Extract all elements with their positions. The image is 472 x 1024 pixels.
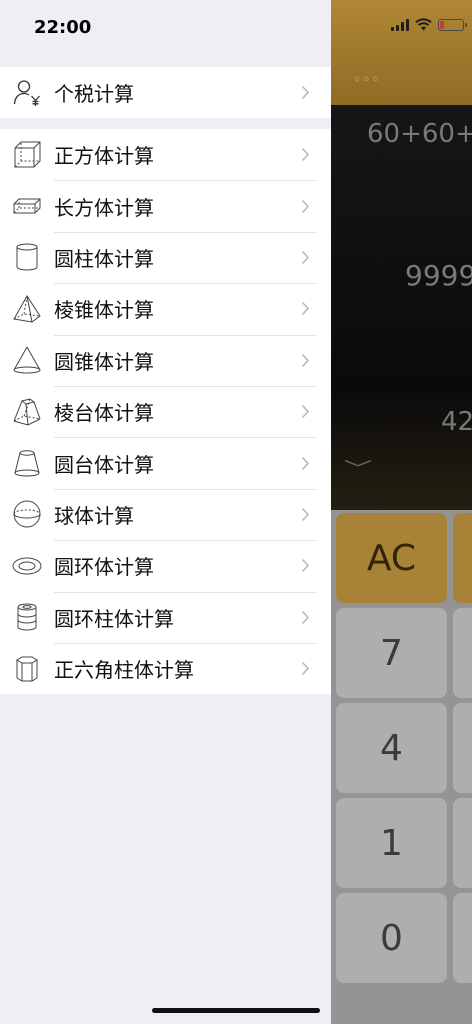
person-yen-icon	[12, 78, 42, 108]
chevron-right-icon	[301, 558, 311, 573]
chevron-right-icon	[301, 250, 311, 265]
menu-item-cube[interactable]: 正方体计算	[0, 129, 331, 180]
cone-icon	[12, 345, 42, 375]
home-indicator[interactable]	[152, 1008, 320, 1013]
menu-item-label: 正方体计算	[54, 144, 154, 169]
menu-item-label: 圆环体计算	[54, 555, 154, 580]
chevron-right-icon	[301, 199, 311, 214]
menu-item-torus[interactable]: 圆环体计算	[0, 540, 331, 591]
cuboid-icon	[12, 191, 42, 221]
hexagonal-prism-icon	[12, 654, 42, 684]
menu-item-ring-cylinder[interactable]: 圆环柱体计算	[0, 591, 331, 643]
chevron-right-icon	[301, 507, 311, 522]
chevron-right-icon	[301, 661, 311, 676]
sphere-icon	[12, 499, 42, 529]
menu-item-label: 球体计算	[54, 503, 134, 528]
menu-group-shapes: 正方体计算 长方体计算 圆柱体计算 棱锥体计算 圆锥体计算 棱台体计算 圆台体计…	[0, 129, 331, 695]
frustum-cone-icon	[12, 448, 42, 478]
menu-item-label: 棱锥体计算	[54, 298, 154, 323]
menu-item-hexagonal-prism[interactable]: 正六角柱体计算	[0, 642, 331, 694]
chevron-right-icon	[301, 301, 311, 316]
side-drawer: 22:00 个税计算 正方体计算 长方体计算 圆柱体计算 棱锥体计算 圆锥体计算…	[0, 0, 331, 1024]
chevron-right-icon	[301, 456, 311, 471]
menu-group-tax: 个税计算	[0, 67, 331, 119]
menu-item-label: 圆台体计算	[54, 452, 154, 477]
menu-item-label: 圆环柱体计算	[54, 606, 174, 631]
chevron-right-icon	[301, 353, 311, 368]
chevron-right-icon	[301, 85, 311, 100]
calculator-background: ◦◦◦ 60+60+5 9999 42 ﹀ AC 7 4 1 0	[331, 0, 472, 1024]
pyramid-icon	[12, 294, 42, 324]
cylinder-icon	[12, 242, 42, 272]
torus-icon	[12, 551, 42, 581]
menu-item-tax[interactable]: 个税计算	[0, 67, 331, 118]
menu-item-label: 圆锥体计算	[54, 349, 154, 374]
cube-icon	[12, 140, 42, 170]
menu-item-pyramid[interactable]: 棱锥体计算	[0, 283, 331, 334]
menu-item-label: 长方体计算	[54, 195, 154, 220]
chevron-right-icon	[301, 147, 311, 162]
menu-item-cone[interactable]: 圆锥体计算	[0, 334, 331, 386]
chevron-right-icon	[301, 610, 311, 625]
frustum-pyramid-icon	[12, 397, 42, 427]
status-time: 22:00	[34, 17, 92, 38]
menu-item-label: 正六角柱体计算	[54, 658, 194, 683]
chevron-right-icon	[301, 404, 311, 419]
menu-item-frustum-cone[interactable]: 圆台体计算	[0, 437, 331, 488]
menu-item-frustum-pyramid[interactable]: 棱台体计算	[0, 385, 331, 437]
menu-item-label: 棱台体计算	[54, 401, 154, 426]
menu-item-label: 个税计算	[54, 82, 134, 107]
menu-item-cuboid[interactable]: 长方体计算	[0, 180, 331, 231]
menu-item-label: 圆柱体计算	[54, 246, 154, 271]
ring-cylinder-icon	[12, 602, 42, 632]
menu-item-sphere[interactable]: 球体计算	[0, 488, 331, 540]
menu-item-cylinder[interactable]: 圆柱体计算	[0, 231, 331, 283]
dim-overlay[interactable]	[331, 0, 472, 1024]
